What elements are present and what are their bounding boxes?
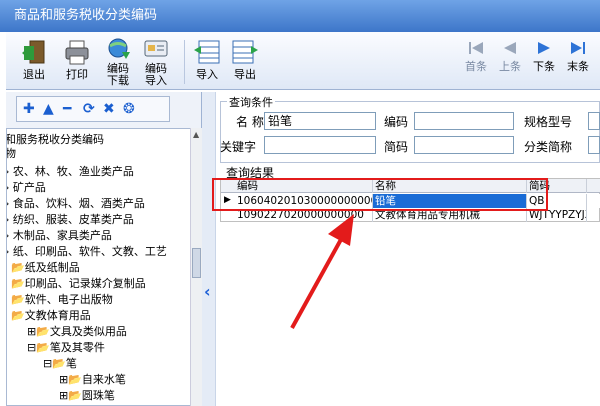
tree-toolbar: ✚ ▲ ━ ⟳ ✖ ❂ — [16, 96, 170, 122]
prev-record-icon — [504, 42, 516, 54]
toolbar-separator — [184, 40, 185, 84]
category-short-label: 分类简称 — [524, 140, 573, 154]
panel-splitter[interactable]: ‹ — [202, 92, 216, 406]
print-button[interactable]: 打印 — [58, 38, 96, 81]
table-import-icon — [194, 40, 220, 64]
annotation-arrow-icon — [290, 214, 354, 329]
keyword-input[interactable] — [264, 136, 376, 154]
add-icon[interactable]: ✚ — [23, 101, 35, 117]
first-record-icon — [469, 42, 483, 54]
tree-node[interactable]: › 矿产品 — [7, 181, 46, 195]
tree-node[interactable]: › 农、林、牧、渔业类产品 — [7, 165, 134, 179]
window-titlebar: 商品和服务税收分类编码 — [0, 0, 600, 32]
tree-node[interactable]: ⊞📂圆珠笔 — [59, 389, 115, 403]
card-import-icon — [144, 40, 168, 57]
spec-label: 规格型号 — [524, 115, 573, 129]
next-record-icon — [538, 42, 550, 54]
short-code-input[interactable] — [414, 136, 514, 154]
move-up-icon[interactable]: ▲ — [43, 101, 54, 117]
tree-node[interactable]: › 木制品、家具类产品 — [7, 229, 112, 243]
window-title: 商品和服务税收分类编码 — [14, 8, 158, 23]
first-record-button[interactable]: 首条 — [462, 38, 490, 73]
short-code-label: 简码 — [384, 140, 409, 154]
code-import-button[interactable]: 编码 导入 — [138, 38, 174, 87]
code-download-button[interactable]: 编码 下载 — [100, 38, 136, 87]
tree-header: 和服务税收分类编码 — [6, 133, 104, 146]
tree-node[interactable]: 📂软件、电子出版物 — [11, 293, 113, 307]
tree-node[interactable]: 📂纸及纸制品 — [11, 261, 80, 275]
toolbar: 退出 打印 编码 下载 编码 导入 导入 导出 首条 上条 下条 末条 — [6, 32, 600, 90]
collapse-icon[interactable]: ✖ — [103, 101, 115, 117]
tree-node[interactable]: 📂印刷品、记录媒介复制品 — [11, 277, 146, 291]
next-record-button[interactable]: 下条 — [530, 38, 558, 73]
last-record-button[interactable]: 末条 — [564, 38, 592, 73]
prev-record-button[interactable]: 上条 — [496, 38, 524, 73]
refresh-icon[interactable]: ⟳ — [83, 101, 95, 117]
tree-node[interactable]: › 纸、印刷品、软件、文教、工艺 — [7, 245, 167, 259]
main-content: 查询条件 名 称 铅笔 编码 规格型号 关键字 简码 分类简称 查询结果 编码 … — [212, 92, 600, 406]
scroll-up-icon[interactable]: ▲ — [193, 130, 199, 139]
scroll-thumb[interactable] — [192, 248, 201, 278]
tree-node[interactable]: ⊟📂笔及其零件 — [27, 341, 105, 355]
category-tree-panel: ✚ ▲ ━ ⟳ ✖ ❂ 和服务税收分类编码 物 › 农、林、牧、渔业类产品 › … — [6, 92, 202, 406]
table-export-icon — [232, 40, 258, 64]
tree-scrollbar[interactable]: ▲ — [190, 128, 202, 406]
name-label: 名 称 — [236, 115, 264, 129]
tree-node[interactable]: › 纺织、服装、皮革类产品 — [7, 213, 134, 227]
keyword-label: 关键字 — [220, 140, 257, 154]
tree-node[interactable]: 📂文教体育用品 — [11, 309, 91, 323]
exit-door-icon — [22, 40, 45, 64]
printer-icon — [65, 40, 89, 65]
globe-download-icon — [108, 38, 130, 59]
last-record-icon — [571, 42, 585, 54]
tree-node[interactable]: ⊞📂自来水笔 — [59, 373, 126, 387]
category-tree: 和服务税收分类编码 物 › 农、林、牧、渔业类产品 › 矿产品 › 食品、饮料、… — [6, 128, 202, 406]
tree-root[interactable]: 物 — [7, 147, 16, 161]
tree-node[interactable]: ⊟📂笔 — [43, 357, 77, 371]
code-input[interactable] — [414, 112, 514, 130]
settings-icon[interactable]: ❂ — [123, 101, 135, 117]
exit-button[interactable]: 退出 — [14, 38, 54, 81]
import-button[interactable]: 导入 — [190, 38, 224, 81]
export-button[interactable]: 导出 — [228, 38, 262, 81]
code-label: 编码 — [384, 115, 409, 129]
category-short-input[interactable] — [588, 136, 600, 154]
remove-icon[interactable]: ━ — [63, 101, 71, 117]
query-group-title: 查询条件 — [227, 94, 275, 110]
tree-node[interactable]: ⊞📂文具及类似用品 — [27, 325, 127, 339]
name-input[interactable]: 铅笔 — [264, 112, 376, 130]
tree-node[interactable]: › 食品、饮料、烟、酒类产品 — [7, 197, 145, 211]
collapse-left-icon[interactable]: ‹ — [204, 282, 211, 301]
spec-input[interactable] — [588, 112, 600, 130]
